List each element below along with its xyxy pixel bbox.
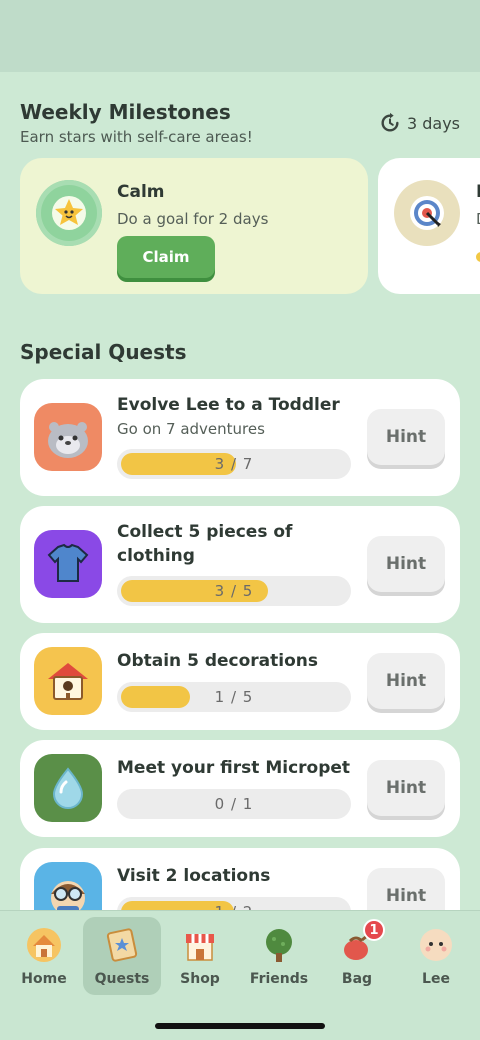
quest-progress-bar: 3 / 5 bbox=[117, 576, 351, 606]
quest-progress-label: 0 / 1 bbox=[214, 795, 254, 813]
bag-badge: 1 bbox=[363, 919, 385, 941]
progress-dot bbox=[476, 252, 480, 262]
weekly-milestones-title: Weekly Milestones bbox=[20, 100, 231, 124]
milestone-desc: D bbox=[476, 210, 480, 228]
quest-title: Evolve Lee to a Toddler bbox=[117, 395, 340, 415]
house-icon bbox=[24, 925, 64, 965]
quest-title: Collect 5 pieces of clothing bbox=[117, 522, 293, 566]
quest-progress-label: 3 / 5 bbox=[214, 582, 254, 600]
tree-icon bbox=[259, 925, 299, 965]
lee-face-icon bbox=[416, 925, 456, 965]
quest-title: Meet your first Micropet bbox=[117, 758, 351, 778]
tab-label: Shop bbox=[180, 971, 220, 987]
hint-button[interactable]: Hint bbox=[367, 653, 445, 709]
quest-card: Evolve Lee to a Toddler Go on 7 adventur… bbox=[20, 379, 460, 496]
quest-progress-label: 1 / 5 bbox=[214, 688, 254, 706]
tab-label: Bag bbox=[341, 971, 373, 987]
quest-subtitle: Go on 7 adventures bbox=[117, 420, 265, 438]
tab-friends[interactable]: Friends bbox=[240, 917, 318, 995]
tab-quests[interactable]: Quests bbox=[83, 917, 161, 995]
quest-title: Obtain 5 decorations bbox=[117, 651, 318, 671]
quest-card: Visit 2 locations 1 / 2 Hint bbox=[20, 848, 460, 910]
quest-progress-bar: 1 / 2 bbox=[117, 897, 351, 910]
hint-button[interactable]: Hint bbox=[367, 409, 445, 465]
tshirt-icon bbox=[34, 530, 102, 598]
shop-icon bbox=[180, 925, 220, 965]
hint-button[interactable]: Hint bbox=[367, 868, 445, 910]
quests-scroll-area[interactable]: Weekly Milestones Earn stars with self-c… bbox=[0, 72, 480, 910]
tab-bag[interactable]: 1 Bag bbox=[318, 917, 396, 995]
quest-progress-bar: 0 / 1 bbox=[117, 789, 351, 819]
milestone-desc: Do a goal for 2 days bbox=[117, 210, 269, 228]
quest-progress-bar: 3 / 7 bbox=[117, 449, 351, 479]
timer-text: 3 days bbox=[406, 113, 460, 133]
droplet-icon bbox=[34, 754, 102, 822]
refresh-timer-icon bbox=[381, 112, 399, 132]
hint-button[interactable]: Hint bbox=[367, 536, 445, 592]
star-face-icon bbox=[36, 180, 102, 246]
milestone-card-2: F D bbox=[378, 158, 480, 294]
special-quests-title: Special Quests bbox=[20, 340, 187, 364]
bottom-tab-bar: Home Quests Shop Friends 1 Bag Lee bbox=[0, 910, 480, 1040]
tab-label: Friends bbox=[249, 971, 309, 987]
bag-icon: 1 bbox=[337, 919, 385, 965]
status-bar-area bbox=[0, 0, 480, 72]
quest-progress-label: 1 / 2 bbox=[117, 897, 351, 910]
tab-label: Quests bbox=[94, 971, 150, 987]
aviator-icon bbox=[34, 862, 102, 910]
tab-label: Lee bbox=[422, 971, 450, 987]
birdhouse-icon bbox=[34, 647, 102, 715]
tab-label: Home bbox=[21, 971, 67, 987]
target-icon bbox=[394, 180, 460, 246]
quest-progress-bar: 1 / 5 bbox=[117, 682, 351, 712]
quest-card: Meet your first Micropet 0 / 1 Hint bbox=[20, 740, 460, 837]
hint-button[interactable]: Hint bbox=[367, 760, 445, 816]
quest-progress-label: 3 / 7 bbox=[214, 455, 254, 473]
milestone-name: Calm bbox=[117, 182, 165, 202]
quest-title: Visit 2 locations bbox=[117, 866, 271, 886]
milestone-name: F bbox=[476, 182, 480, 202]
claim-button[interactable]: Claim bbox=[117, 236, 215, 278]
quest-book-icon bbox=[102, 925, 142, 965]
home-indicator[interactable] bbox=[155, 1023, 325, 1029]
weekly-timer: 3 days bbox=[379, 112, 460, 134]
tab-shop[interactable]: Shop bbox=[161, 917, 239, 995]
tab-lee[interactable]: Lee bbox=[397, 917, 475, 995]
tab-home[interactable]: Home bbox=[5, 917, 83, 995]
pet-face-icon bbox=[34, 403, 102, 471]
milestone-card-calm: Calm Do a goal for 2 days Claim bbox=[20, 158, 368, 294]
quest-card: Obtain 5 decorations 1 / 5 Hint bbox=[20, 633, 460, 730]
quest-card: Collect 5 pieces of clothing 3 / 5 Hint bbox=[20, 506, 460, 623]
weekly-milestones-subtitle: Earn stars with self-care areas! bbox=[20, 128, 253, 146]
